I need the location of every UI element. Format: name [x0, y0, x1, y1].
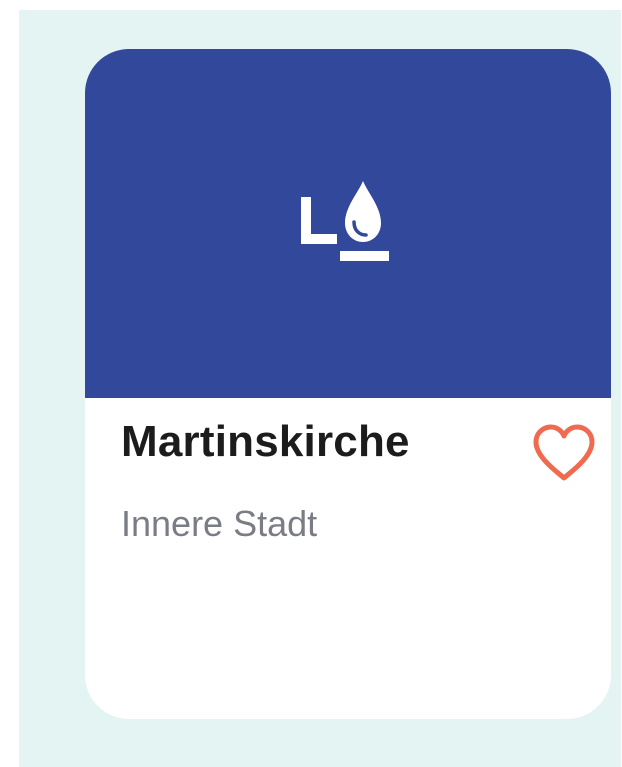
card-title: Martinskirche: [121, 417, 410, 466]
drop-with-level-icon: [301, 181, 389, 261]
location-card[interactable]: Martinskirche Innere Stadt: [85, 49, 611, 719]
card-image: [85, 49, 611, 398]
favorite-button[interactable]: [531, 423, 597, 483]
card-subtitle: Innere Stadt: [121, 503, 318, 544]
heart-outline-icon: [533, 424, 595, 481]
page-background: Martinskirche Innere Stadt: [19, 10, 621, 767]
